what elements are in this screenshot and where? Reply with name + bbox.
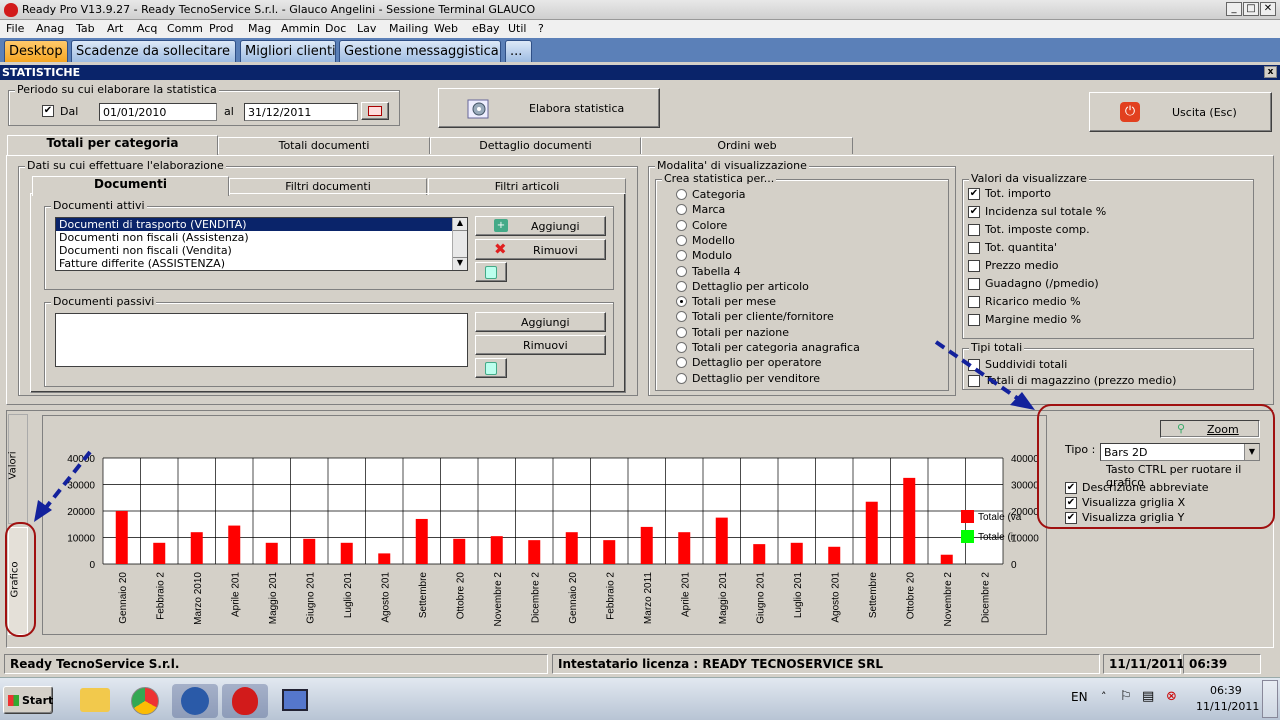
explorer-taskbar-button[interactable] bbox=[72, 684, 118, 718]
folder-icon bbox=[80, 688, 110, 712]
flag-icon[interactable]: ⚐ bbox=[1120, 689, 1132, 704]
strawberry-icon bbox=[232, 687, 258, 715]
network-error-icon[interactable]: ⊗ bbox=[1166, 689, 1177, 704]
dati-tab-0[interactable]: Documenti bbox=[32, 176, 229, 196]
thunderbird-icon bbox=[181, 687, 209, 715]
taskbar: Start EN ˄ ⚐ ▤ ⊗ 06:39 11/11/2011 bbox=[0, 677, 1280, 720]
show-desktop-button[interactable] bbox=[1262, 680, 1278, 718]
readypro-taskbar-button[interactable] bbox=[222, 684, 268, 718]
thunderbird-taskbar-button[interactable] bbox=[172, 684, 218, 718]
start-label: Start bbox=[22, 694, 54, 707]
annotation-arrows bbox=[34, 340, 1035, 522]
clock-time[interactable]: 06:39 bbox=[1210, 684, 1242, 697]
remote-taskbar-button[interactable] bbox=[272, 684, 318, 718]
windows-logo-icon bbox=[8, 695, 19, 706]
start-button[interactable]: Start bbox=[3, 686, 53, 714]
chevron-up-icon[interactable]: ˄ bbox=[1101, 690, 1107, 703]
status-company: Ready TecnoService S.r.l. bbox=[4, 654, 548, 674]
language-indicator[interactable]: EN bbox=[1071, 690, 1088, 704]
main-tab-0[interactable]: Totali per categoria bbox=[7, 135, 218, 155]
chrome-icon bbox=[131, 687, 159, 715]
clock-date[interactable]: 11/11/2011 bbox=[1196, 700, 1259, 713]
chrome-taskbar-button[interactable] bbox=[122, 684, 168, 718]
status-time: 06:39 bbox=[1183, 654, 1261, 674]
printer-icon[interactable]: ▤ bbox=[1142, 689, 1154, 704]
status-license: Intestatario licenza : READY TECNOSERVIC… bbox=[552, 654, 1100, 674]
status-date: 11/11/2011 bbox=[1103, 654, 1185, 674]
network-icon bbox=[282, 689, 308, 711]
